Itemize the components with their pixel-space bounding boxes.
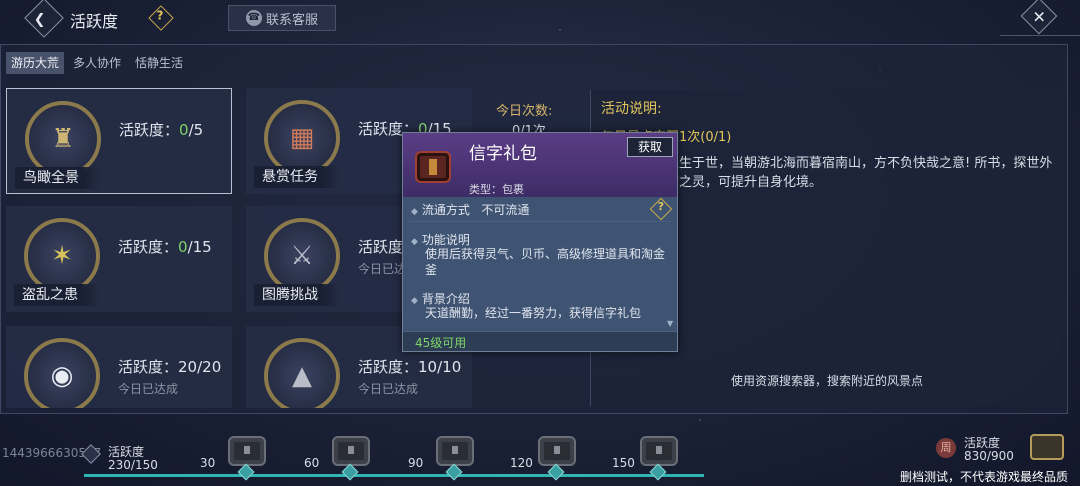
- divider: [409, 221, 671, 222]
- crossed-axes-icon: ⚔: [264, 218, 340, 294]
- obtain-button[interactable]: 获取: [627, 137, 673, 157]
- contact-support-label: 联系客服: [265, 12, 318, 28]
- milestone-chest[interactable]: 30: [200, 432, 272, 481]
- card-activity: 活跃度：20/20: [118, 358, 222, 376]
- milestone-chest[interactable]: 120: [510, 432, 582, 481]
- page-title: 活跃度: [70, 12, 119, 31]
- weekly-chest-icon[interactable]: [1030, 434, 1064, 460]
- milestone-value: 120: [510, 456, 533, 470]
- card-name: 盗乱之患: [14, 284, 100, 306]
- tab-coop[interactable]: 多人协作: [68, 52, 126, 74]
- diamond-bullet-icon: ◆: [411, 237, 418, 247]
- scroll-down-icon[interactable]: ▼: [667, 319, 673, 328]
- activity-card[interactable]: ◉ 活跃度：20/20 今日已达成: [6, 326, 232, 408]
- milestone-marker: [547, 463, 565, 481]
- milestone-chest[interactable]: 60: [304, 432, 376, 481]
- chevron-left-icon: ❮: [33, 11, 46, 28]
- milestone-marker: [237, 463, 255, 481]
- milestone-chest[interactable]: 90: [408, 432, 480, 481]
- back-button[interactable]: ❮: [24, 0, 64, 38]
- item-tooltip: 信字礼包 类型：包裹 获取 ◆ 流通方式 不可流通 ? ◆ 功能说明 使用后获得灵气…: [402, 132, 678, 352]
- chest-icon: [228, 436, 266, 466]
- diamond-bullet-icon: ◆: [411, 296, 418, 306]
- daily-activity-value: 230/150: [108, 458, 158, 472]
- today-count-label: 今日次数:: [496, 104, 553, 119]
- card-activity: 活跃度：0/5: [119, 121, 204, 139]
- milestone-marker: [649, 463, 667, 481]
- milestone-value: 60: [304, 456, 320, 470]
- milestone-value: 150: [612, 456, 635, 470]
- pagoda-icon: ♜: [25, 101, 101, 177]
- card-name: 图腾挑战: [254, 284, 340, 306]
- question-diamond-icon[interactable]: ?: [148, 5, 174, 31]
- activity-card[interactable]: ♜ 鸟瞰全景 活跃度：0/5: [6, 88, 232, 194]
- top-bar: ❮ 活跃度 ? ☎ 联系客服 ✕: [0, 0, 1080, 38]
- test-disclaimer: 删档测试，不代表游戏最终品质: [900, 470, 1069, 484]
- progress-fill: [84, 474, 704, 477]
- function-text: 使用后获得灵气、贝币、高级修理道具和淘金釜: [425, 247, 666, 277]
- weekly-activity-value: 830/900: [964, 449, 1014, 463]
- milestone-value: 90: [408, 456, 424, 470]
- circulation-row: ◆ 流通方式 不可流通: [411, 203, 530, 217]
- diamond-bullet-icon: ◆: [411, 207, 418, 217]
- question-diamond-icon[interactable]: ?: [649, 197, 673, 221]
- item-level: 45级可用: [415, 336, 467, 350]
- description-title: 活动说明:: [601, 101, 662, 117]
- tab-leisure[interactable]: 恬静生活: [130, 52, 188, 74]
- weekly-icon: 周: [936, 438, 956, 458]
- headset-icon: ☎: [245, 10, 262, 26]
- card-status: 今日已达成: [118, 382, 179, 396]
- tab-wander[interactable]: 游历大荒: [6, 52, 65, 74]
- item-level-bar: 45级可用: [403, 331, 677, 351]
- background-text: 天道酬勤，经过一番努力，获得信字礼包: [425, 306, 642, 320]
- item-type: 类型：包裹: [469, 183, 524, 196]
- chest-icon: [332, 436, 370, 466]
- gift-box-icon: [415, 151, 451, 183]
- milestone-marker: [341, 463, 359, 481]
- card-activity: 活跃度：0/15: [118, 238, 212, 256]
- beast-icon: ▲: [264, 338, 340, 408]
- chest-icon: [436, 436, 474, 466]
- item-tooltip-header: 信字礼包 类型：包裹 获取: [403, 133, 677, 197]
- milestone-value: 30: [200, 456, 216, 470]
- card-name: 悬赏任务: [254, 166, 340, 188]
- close-icon: ✕: [1032, 7, 1046, 27]
- milestone-marker: [445, 463, 463, 481]
- activity-progress-bar: [84, 474, 704, 477]
- item-title: 信字礼包: [469, 144, 537, 164]
- milestone-chest[interactable]: 150: [612, 432, 684, 481]
- card-name: 鸟瞰全景: [15, 167, 101, 189]
- chest-icon: [640, 436, 678, 466]
- contact-support-button[interactable]: ☎ 联系客服: [228, 5, 336, 31]
- tab-bar: 游历大荒 多人协作 恬静生活: [6, 52, 188, 74]
- description-hint: 使用资源搜索器，搜索附近的风景点: [731, 374, 924, 388]
- card-activity: 活跃度：10/10: [358, 358, 462, 376]
- activity-card[interactable]: ✶ 盗乱之患 活跃度：0/15: [6, 206, 232, 312]
- coin-icon: ◉: [24, 338, 100, 408]
- today-count: 今日次数: 0/1次: [482, 90, 582, 139]
- bounty-board-icon: ▦: [264, 100, 340, 176]
- bandit-icon: ✶: [24, 218, 100, 294]
- chest-icon: [538, 436, 576, 466]
- card-status: 今日已达成: [358, 382, 419, 396]
